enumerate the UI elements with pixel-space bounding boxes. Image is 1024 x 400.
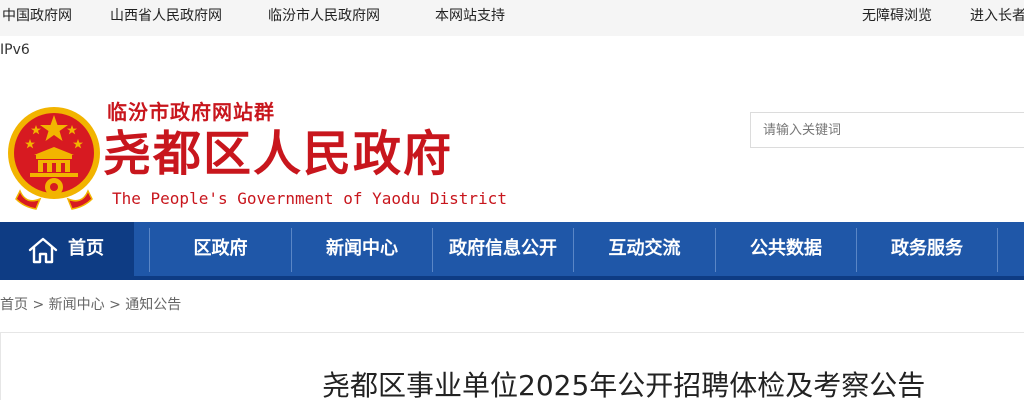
content-divider	[0, 332, 1024, 333]
link-linfen-gov[interactable]: 临汾市人民政府网	[268, 0, 380, 36]
nav-item-gov-service[interactable]: 政务服务	[857, 222, 997, 276]
accessible-browse-link[interactable]: 无障碍浏览	[862, 0, 932, 36]
national-emblem-icon	[8, 107, 100, 210]
link-china-gov[interactable]: 中国政府网	[2, 0, 72, 36]
breadcrumb-home[interactable]: 首页	[0, 297, 28, 313]
breadcrumb-separator: >	[32, 297, 45, 313]
elder-mode-link[interactable]: 进入长者	[970, 0, 1024, 36]
breadcrumb-separator: >	[109, 297, 121, 313]
nav-label-home: 首页	[68, 238, 104, 259]
main-nav: 首页 区政府 新闻中心 政府信息公开 互动交流 公共数据 政务服务	[0, 222, 1024, 280]
breadcrumb: 首页 > 新闻中心 > 通知公告	[0, 294, 181, 314]
nav-divider	[997, 228, 998, 272]
site-name: 尧都区人民政府	[103, 126, 454, 182]
site-group-title: 临汾市政府网站群	[107, 100, 275, 124]
breadcrumb-notice[interactable]: 通知公告	[125, 297, 181, 313]
search-box	[750, 112, 1024, 148]
nav-item-district-gov[interactable]: 区政府	[150, 222, 291, 276]
nav-item-home[interactable]: 首页	[0, 222, 134, 276]
top-utility-bar: 中国政府网 山西省人民政府网 临汾市人民政府网 本网站支持 无障碍浏览 进入长者	[0, 0, 1024, 36]
ipv6-label: IPv6	[0, 42, 30, 58]
nav-item-interaction[interactable]: 互动交流	[574, 222, 715, 276]
home-icon	[28, 237, 58, 264]
content-border	[0, 332, 1, 400]
article-title: 尧都区事业单位2025年公开招聘体检及考察公告	[322, 369, 926, 400]
nav-item-gov-info[interactable]: 政府信息公开	[433, 222, 573, 276]
nav-item-public-data[interactable]: 公共数据	[716, 222, 856, 276]
link-shanxi-gov[interactable]: 山西省人民政府网	[110, 0, 222, 36]
link-site-support[interactable]: 本网站支持	[435, 0, 505, 36]
search-input[interactable]	[751, 113, 1024, 147]
breadcrumb-news[interactable]: 新闻中心	[49, 297, 105, 313]
site-name-english: The People's Government of Yaodu Distric…	[112, 189, 507, 208]
nav-item-news[interactable]: 新闻中心	[292, 222, 432, 276]
